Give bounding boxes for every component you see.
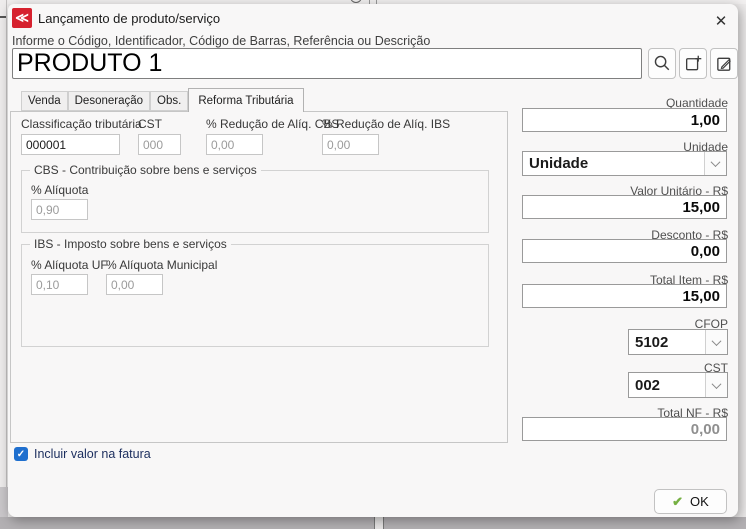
tab-desoneracao[interactable]: Desoneração (68, 91, 150, 111)
quantity-input[interactable] (522, 108, 727, 132)
background-app-divider (374, 517, 384, 529)
background-divider (6, 0, 7, 487)
tab-bar: Venda Desoneração Obs. Reforma Tributári… (21, 88, 304, 112)
classificacao-tributaria-input[interactable] (21, 134, 120, 155)
unit-select[interactable]: Unidade (522, 151, 727, 176)
edit-product-button[interactable] (710, 48, 738, 79)
cbs-aliquota-input[interactable] (31, 199, 88, 220)
discount-input[interactable] (522, 239, 727, 263)
dialog-title: Lançamento de produto/serviço (38, 11, 220, 26)
include-in-invoice-checkbox[interactable]: ✓ (14, 447, 28, 461)
classificacao-tributaria-label: Classificação tributária (21, 117, 142, 131)
chevron-down-icon (705, 330, 727, 354)
reducao-cbs-label: % Redução de Alíq. CBS (206, 117, 339, 131)
tab-obs[interactable]: Obs. (150, 91, 188, 111)
ok-button[interactable]: ✔ OK (654, 489, 727, 514)
cbs-group-title: CBS - Contribuição sobre bens e serviços (30, 163, 261, 177)
ok-button-label: OK (690, 494, 709, 509)
search-button[interactable] (648, 48, 676, 79)
cst-select[interactable]: 002 (628, 372, 728, 398)
cfop-select[interactable]: 5102 (628, 329, 728, 355)
invoice-total-input[interactable] (522, 417, 727, 441)
product-search-input[interactable] (12, 48, 642, 79)
item-total-input[interactable] (522, 284, 727, 308)
cst-select-value: 002 (629, 377, 705, 394)
close-icon[interactable]: ✕ (708, 10, 734, 32)
cst-code-label: CST (138, 117, 162, 131)
product-search-label: Informe o Código, Identificador, Código … (12, 34, 430, 48)
cfop-select-value: 5102 (629, 334, 705, 351)
document-plus-icon (684, 54, 703, 73)
include-in-invoice-label: Incluir valor na fatura (34, 447, 151, 461)
chevron-down-icon (705, 373, 727, 397)
ibs-aliquota-municipal-label: % Alíquota Municipal (106, 258, 217, 272)
new-product-button[interactable] (679, 48, 707, 79)
background-app-bottom (0, 517, 746, 529)
reducao-ibs-input[interactable] (322, 134, 379, 155)
ibs-group-title: IBS - Imposto sobre bens e serviços (30, 237, 231, 251)
edit-pencil-icon (715, 54, 734, 73)
search-icon (653, 54, 672, 73)
ibs-group: IBS - Imposto sobre bens e serviços % Al… (21, 244, 489, 347)
ibs-aliquota-municipal-input[interactable] (106, 274, 163, 295)
cbs-group: CBS - Contribuição sobre bens e serviços… (21, 170, 489, 233)
background-app-left (0, 0, 8, 529)
background-minus-icon (0, 16, 6, 18)
reducao-cbs-input[interactable] (206, 134, 263, 155)
background-app-corner (0, 487, 8, 517)
unit-select-value: Unidade (523, 155, 704, 172)
tab-reforma-tributaria[interactable]: Reforma Tributária (188, 88, 303, 112)
cst-code-input[interactable] (138, 134, 181, 155)
tab-venda[interactable]: Venda (21, 91, 68, 111)
app-logo-icon: ≪ (12, 8, 32, 28)
chevron-down-icon (704, 152, 726, 175)
ibs-aliquota-uf-input[interactable] (31, 274, 88, 295)
background-magnifier-icon (350, 0, 362, 3)
reducao-ibs-label: % Redução de Alíq. IBS (322, 117, 450, 131)
cbs-aliquota-label: % Alíquota (31, 183, 88, 197)
unit-price-input[interactable] (522, 195, 727, 219)
product-entry-dialog: ≪ Lançamento de produto/serviço ✕ Inform… (8, 4, 738, 517)
ok-checkmark-icon: ✔ (672, 494, 683, 510)
checkmark-icon: ✓ (17, 449, 25, 460)
ibs-aliquota-uf-label: % Alíquota UF (31, 258, 108, 272)
